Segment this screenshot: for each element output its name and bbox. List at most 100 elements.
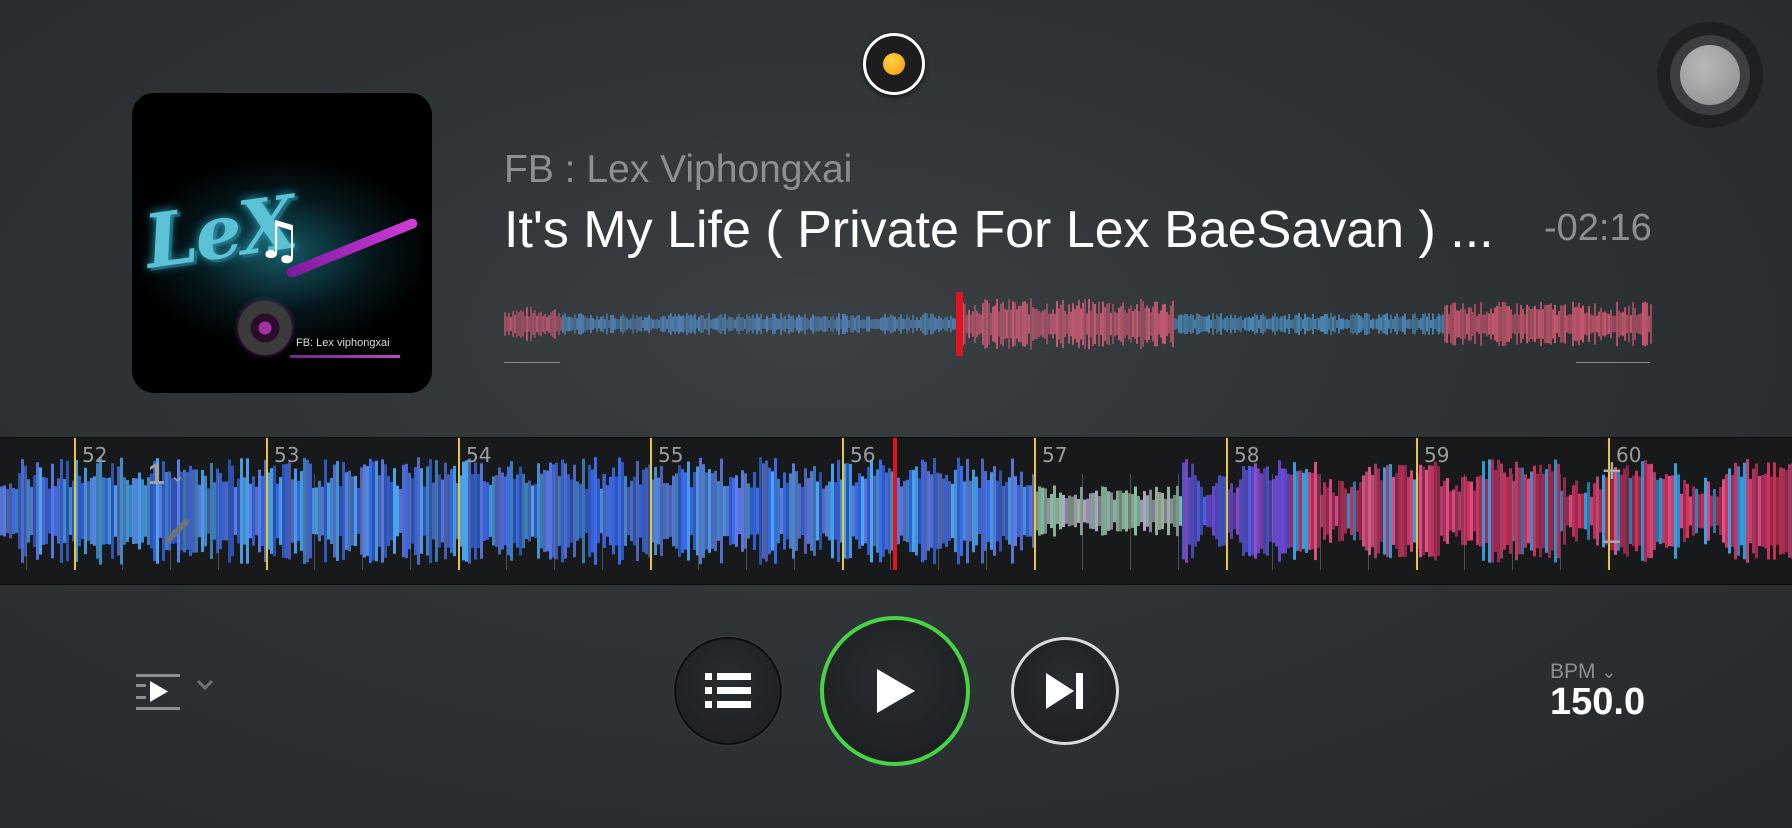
sub-beat-line bbox=[1368, 474, 1369, 570]
waveform-bar bbox=[714, 470, 717, 552]
overview-wave-bar bbox=[1018, 305, 1020, 343]
waveform-bar bbox=[1329, 479, 1332, 543]
waveform-bar bbox=[906, 479, 909, 543]
overview-wave-bar bbox=[1232, 318, 1234, 330]
overview-wave-bar bbox=[1584, 313, 1586, 335]
overview-wave-bar bbox=[1380, 317, 1382, 331]
overview-wave-bar bbox=[702, 315, 704, 333]
waveform-bar bbox=[81, 482, 84, 540]
overview-wave-bar bbox=[982, 303, 984, 345]
waveform-bar bbox=[1308, 472, 1311, 550]
overview-wave-bar bbox=[1234, 315, 1236, 333]
overview-wave-bar bbox=[544, 313, 546, 335]
loop-size-selector[interactable]: 1 ⌄ bbox=[148, 458, 185, 492]
overview-wave-bar bbox=[1418, 320, 1420, 328]
waveform-bar bbox=[528, 480, 531, 542]
overview-wave-bar bbox=[888, 316, 890, 332]
overview-wave-bar bbox=[1200, 315, 1202, 333]
waveform-bar bbox=[1335, 495, 1338, 527]
overview-wave-bar bbox=[1180, 314, 1182, 334]
overview-wave-bar bbox=[538, 312, 540, 336]
overview-wave-bar bbox=[572, 318, 574, 330]
waveform-bar bbox=[1521, 467, 1524, 555]
overview-wave-bar bbox=[1452, 302, 1454, 346]
waveform-bar bbox=[519, 466, 522, 556]
deck-indicator-icon[interactable] bbox=[863, 33, 925, 95]
waveform-bar bbox=[1005, 482, 1008, 540]
overview-wave-bar bbox=[1038, 311, 1040, 337]
waveform-bar bbox=[351, 476, 354, 546]
waveform-bar bbox=[954, 469, 957, 553]
waveform-bar bbox=[1407, 477, 1410, 545]
overview-wave-bar bbox=[594, 320, 596, 328]
waveform-bar bbox=[1629, 478, 1632, 544]
waveform-bar bbox=[819, 472, 822, 550]
overview-wave-bar bbox=[1546, 304, 1548, 344]
waveform-bar bbox=[942, 478, 945, 544]
sub-beat-line bbox=[986, 474, 987, 570]
overview-wave-bar bbox=[1358, 314, 1360, 334]
overview-wave-bar bbox=[1282, 316, 1284, 332]
waveform-strip[interactable]: 52 53 54 55 56 57 58 59 60 bbox=[0, 437, 1792, 585]
play-button[interactable] bbox=[820, 616, 970, 766]
zoom-in-icon[interactable]: + bbox=[1602, 452, 1622, 491]
overview-wave-bar bbox=[782, 317, 784, 331]
overview-wave-bar bbox=[1222, 319, 1224, 329]
overview-wave-bar bbox=[1272, 316, 1274, 332]
overview-wave-bar bbox=[1020, 305, 1022, 343]
waveform-bar bbox=[1086, 498, 1089, 524]
waveform-bar bbox=[858, 473, 861, 549]
waveform-bar bbox=[1062, 494, 1065, 528]
overview-wave-bar bbox=[1368, 313, 1370, 335]
beat-marker bbox=[1226, 438, 1228, 570]
overview-wave-bar bbox=[1460, 308, 1462, 340]
waveform-bar bbox=[51, 463, 54, 559]
waveform-bar bbox=[363, 464, 366, 558]
assistive-touch-icon[interactable] bbox=[1657, 22, 1763, 128]
overview-wave-bar bbox=[836, 316, 838, 332]
waveform-bar bbox=[870, 459, 873, 563]
playlist-button[interactable] bbox=[674, 637, 782, 745]
waveform-bar bbox=[1671, 475, 1674, 547]
waveform-bar bbox=[948, 481, 951, 541]
zoom-out-icon[interactable]: − bbox=[1602, 523, 1622, 562]
waveform-bar bbox=[1131, 494, 1134, 528]
overview-wave-bar bbox=[1556, 314, 1558, 334]
waveform-bar bbox=[1182, 462, 1185, 560]
overview-wave-bar bbox=[1566, 315, 1568, 333]
waveform-bar bbox=[1488, 459, 1491, 563]
chevron-down-icon[interactable] bbox=[196, 678, 214, 692]
overview-wave-bar bbox=[1586, 312, 1588, 336]
overview-wave-bar bbox=[1442, 314, 1444, 334]
overview-wave-bar bbox=[816, 316, 818, 332]
skip-next-button[interactable] bbox=[1011, 637, 1119, 745]
overview-wave-bar bbox=[1618, 310, 1620, 338]
waveform-canvas[interactable]: 52 53 54 55 56 57 58 59 60 bbox=[0, 438, 1792, 584]
waveform-bar bbox=[327, 482, 330, 540]
overview-wave-bar bbox=[1424, 313, 1426, 335]
waveform-bar bbox=[1623, 468, 1626, 554]
overview-wave-bar bbox=[726, 319, 728, 329]
overview-wave-bar bbox=[1254, 313, 1256, 335]
waveform-bar bbox=[1716, 496, 1719, 526]
waveform-bar bbox=[1689, 496, 1692, 526]
overview-wave-bar bbox=[1306, 317, 1308, 331]
waveform-bar bbox=[354, 475, 357, 547]
waveform-bar bbox=[1590, 496, 1593, 526]
overview-wave-bar bbox=[1012, 301, 1014, 347]
overview-wave-bar bbox=[1346, 318, 1348, 330]
sync-icon[interactable] bbox=[136, 672, 182, 712]
waveform-bar bbox=[834, 482, 837, 540]
waveform-bar bbox=[348, 470, 351, 552]
overview-wave-bar bbox=[580, 313, 582, 335]
overview-wave-bar bbox=[1134, 309, 1136, 339]
waveform-playhead bbox=[893, 438, 897, 570]
waveform-bar bbox=[1446, 478, 1449, 544]
waveform-bar bbox=[861, 476, 864, 546]
overview-wave-bar bbox=[828, 320, 830, 328]
waveform-bar bbox=[1725, 474, 1728, 548]
waveform-bar bbox=[747, 483, 750, 539]
sub-beat-line bbox=[1464, 474, 1465, 570]
overview-waveform[interactable] bbox=[504, 292, 1652, 356]
waveform-bar bbox=[1545, 469, 1548, 553]
